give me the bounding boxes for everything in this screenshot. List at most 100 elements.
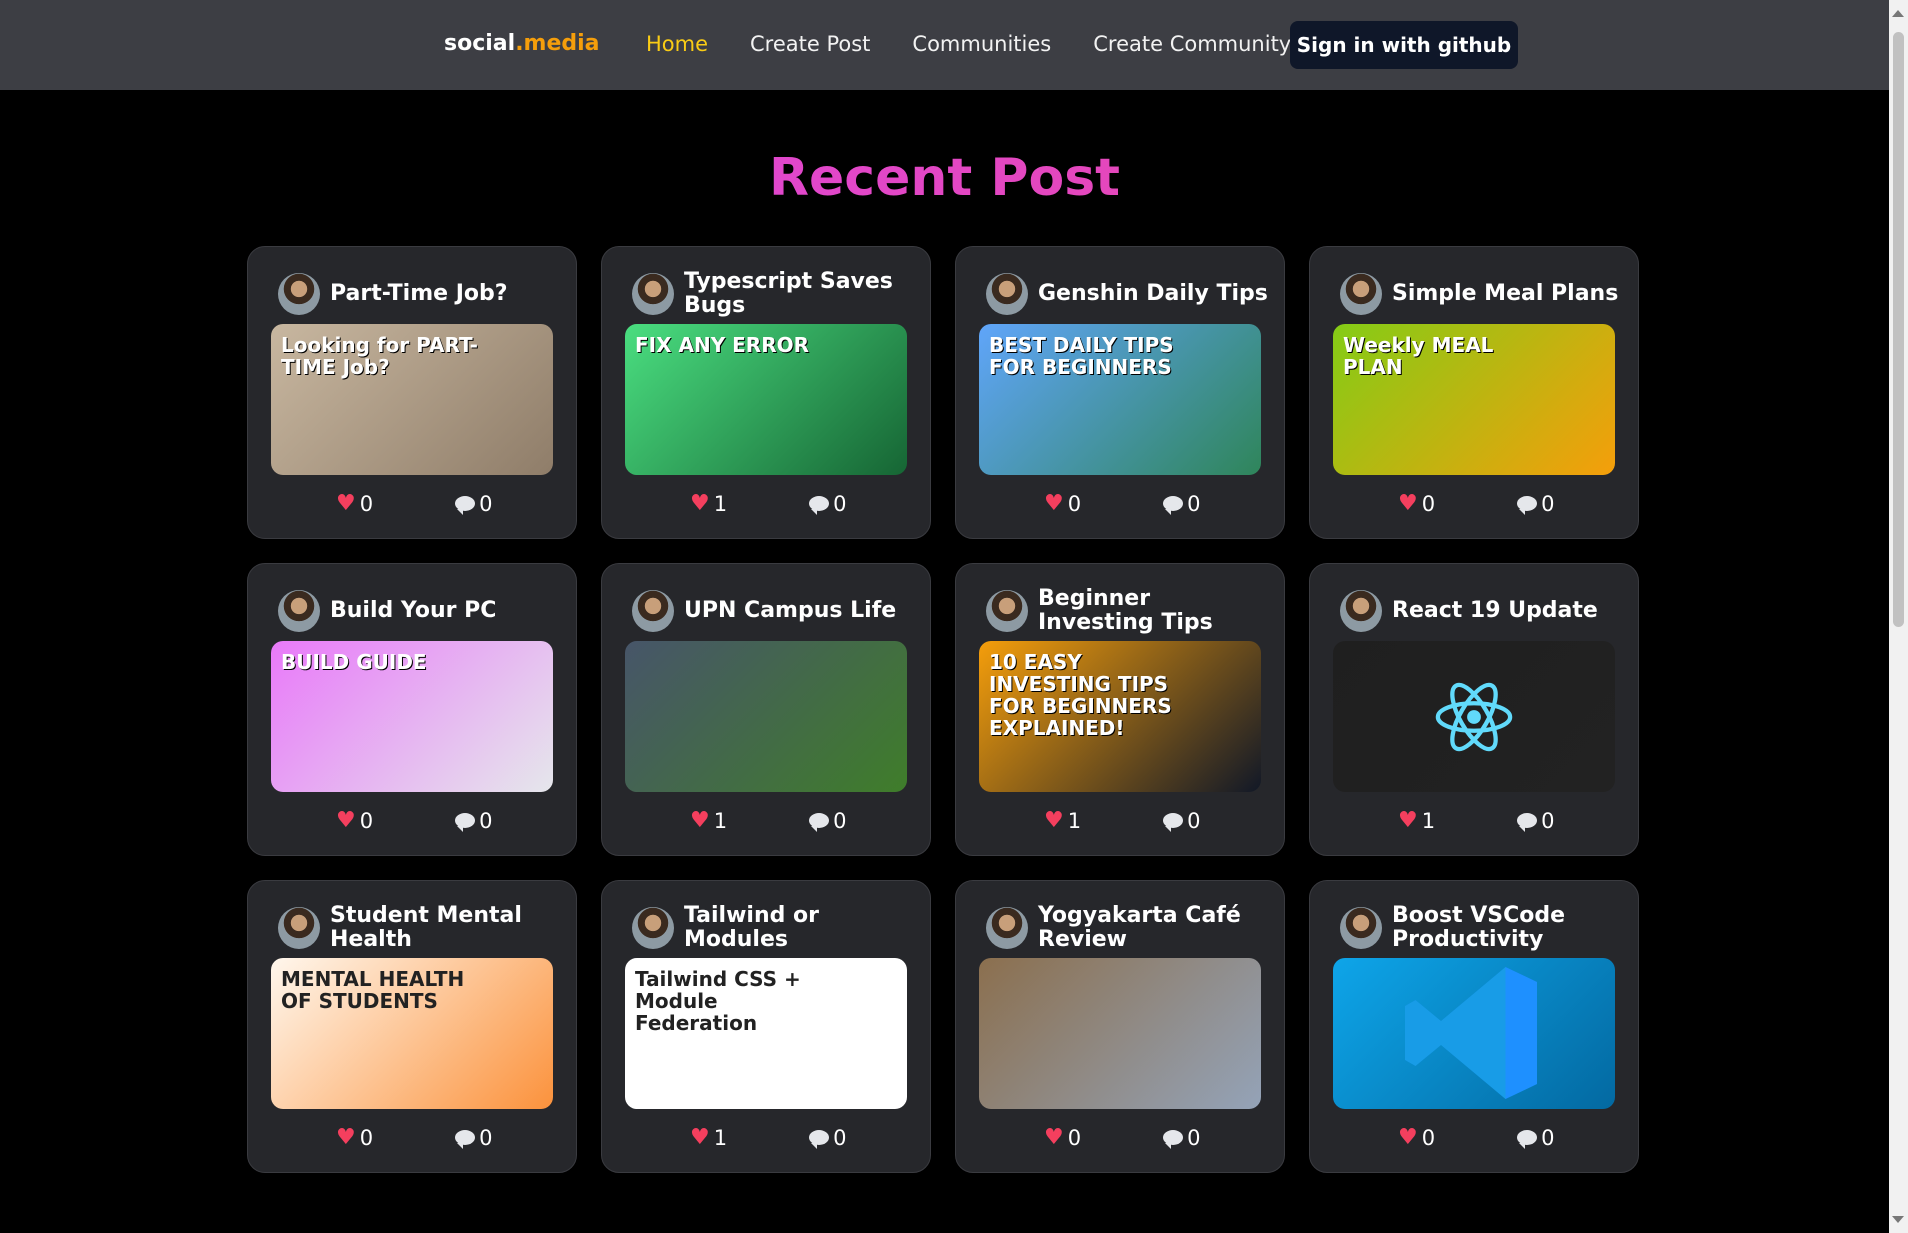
vertical-scrollbar[interactable] — [1889, 0, 1908, 1233]
thumbnail-caption: FIX ANY ERROR — [635, 333, 810, 357]
like-count: ♥ 0 — [336, 1125, 373, 1150]
like-count: ♥ 1 — [690, 808, 727, 833]
comment-count: 0 — [455, 1125, 492, 1150]
post-title: Typescript Saves Bugs — [684, 269, 893, 318]
author-avatar — [278, 273, 320, 315]
post-thumbnail: BUILD GUIDE — [271, 641, 553, 792]
like-count: ♥ 1 — [690, 491, 727, 516]
post-card[interactable]: Simple Meal Plans Weekly MEAL PLAN ♥ 0 0 — [1309, 246, 1639, 539]
post-thumbnail: Looking for PART-TIME Job? — [271, 324, 553, 475]
like-count: ♥ 1 — [1398, 808, 1435, 833]
comment-count: 0 — [455, 491, 492, 516]
like-count: ♥ 0 — [336, 491, 373, 516]
author-avatar — [986, 590, 1028, 632]
post-stats: ♥ 0 0 — [336, 808, 492, 833]
post-header: Beginner Investing Tips — [986, 582, 1270, 640]
post-card[interactable]: UPN Campus Life ♥ 1 0 — [601, 563, 931, 856]
likes-value: 0 — [359, 1125, 374, 1150]
comment-count: 0 — [809, 808, 846, 833]
likes-value: 1 — [713, 1125, 728, 1150]
comment-count: 0 — [1517, 808, 1554, 833]
author-avatar — [278, 907, 320, 949]
comment-count: 0 — [1163, 491, 1200, 516]
post-card[interactable]: Genshin Daily Tips BEST DAILY TIPS FOR B… — [955, 246, 1285, 539]
heart-icon: ♥ — [336, 808, 356, 833]
heart-icon: ♥ — [1398, 491, 1418, 516]
post-title: Genshin Daily Tips — [1038, 281, 1268, 306]
post-header: Build Your PC — [278, 582, 562, 640]
scroll-up-icon[interactable] — [1892, 10, 1904, 17]
nav-create-community-link[interactable]: Create Community — [1093, 32, 1291, 56]
post-title: Yogyakarta Café Review — [1038, 903, 1241, 952]
likes-value: 0 — [359, 491, 374, 516]
post-thumbnail — [1333, 641, 1615, 792]
post-stats: ♥ 0 0 — [336, 1125, 492, 1150]
comments-value: 0 — [833, 491, 847, 516]
like-count: ♥ 0 — [1044, 491, 1081, 516]
nav-home-link[interactable]: Home — [646, 32, 708, 56]
comment-icon — [809, 813, 830, 832]
post-header: Genshin Daily Tips — [986, 265, 1270, 323]
posts-grid: Part-Time Job? Looking for PART-TIME Job… — [247, 246, 1639, 1173]
page-title: Recent Post — [0, 148, 1889, 208]
comment-count: 0 — [1163, 1125, 1200, 1150]
post-card[interactable]: Build Your PC BUILD GUIDE ♥ 0 0 — [247, 563, 577, 856]
post-thumbnail: MENTAL HEALTH OF STUDENTS — [271, 958, 553, 1109]
comment-icon — [455, 496, 476, 515]
signin-github-button[interactable]: Sign in with github — [1290, 21, 1518, 69]
scroll-down-icon[interactable] — [1892, 1216, 1904, 1223]
like-count: ♥ 0 — [336, 808, 373, 833]
comment-count: 0 — [1163, 808, 1200, 833]
post-thumbnail — [1333, 958, 1615, 1109]
post-stats: ♥ 1 0 — [690, 808, 846, 833]
top-navbar: social.media Home Create Post Communitie… — [0, 0, 1889, 90]
post-card[interactable]: Student Mental Health MENTAL HEALTH OF S… — [247, 880, 577, 1173]
site-logo[interactable]: social.media — [444, 31, 600, 56]
comment-icon — [1163, 1130, 1184, 1149]
post-card[interactable]: Beginner Investing Tips 10 EASY INVESTIN… — [955, 563, 1285, 856]
post-thumbnail: Tailwind CSS + Module Federation — [625, 958, 907, 1109]
heart-icon: ♥ — [1398, 808, 1418, 833]
like-count: ♥ 1 — [1044, 808, 1081, 833]
likes-value: 1 — [1421, 808, 1436, 833]
nav-create-post-link[interactable]: Create Post — [750, 32, 870, 56]
likes-value: 1 — [713, 808, 728, 833]
post-header: Tailwind or Modules — [632, 899, 916, 957]
heart-icon: ♥ — [1044, 1125, 1064, 1150]
post-thumbnail: 10 EASY INVESTING TIPS FOR BEGINNERS EXP… — [979, 641, 1261, 792]
thumbnail-caption: 10 EASY INVESTING TIPS FOR BEGINNERS EXP… — [989, 650, 1172, 740]
likes-value: 1 — [1067, 808, 1082, 833]
author-avatar — [1340, 907, 1382, 949]
main-nav: Home Create Post Communities Create Comm… — [646, 32, 1291, 56]
post-thumbnail — [979, 958, 1261, 1109]
comment-icon — [455, 1130, 476, 1149]
author-avatar — [1340, 590, 1382, 632]
scrollbar-thumb[interactable] — [1893, 32, 1904, 627]
post-thumbnail: FIX ANY ERROR — [625, 324, 907, 475]
post-card[interactable]: Typescript Saves Bugs FIX ANY ERROR ♥ 1 0 — [601, 246, 931, 539]
post-title: Simple Meal Plans — [1392, 281, 1619, 306]
post-card[interactable]: Boost VSCode Productivity ♥ 0 0 — [1309, 880, 1639, 1173]
likes-value: 1 — [713, 491, 728, 516]
nav-communities-link[interactable]: Communities — [912, 32, 1051, 56]
comments-value: 0 — [1541, 808, 1555, 833]
thumbnail-caption: BEST DAILY TIPS FOR BEGINNERS — [989, 333, 1174, 379]
thumbnail-caption: Weekly MEAL PLAN — [1343, 333, 1494, 379]
heart-icon: ♥ — [1044, 808, 1064, 833]
post-stats: ♥ 1 0 — [1398, 808, 1554, 833]
author-avatar — [632, 907, 674, 949]
likes-value: 0 — [359, 808, 374, 833]
post-card[interactable]: Yogyakarta Café Review ♥ 0 0 — [955, 880, 1285, 1173]
post-title: Build Your PC — [330, 598, 497, 623]
likes-value: 0 — [1067, 491, 1082, 516]
comments-value: 0 — [479, 491, 493, 516]
post-card[interactable]: React 19 Update ♥ 1 0 — [1309, 563, 1639, 856]
comment-icon — [809, 496, 830, 515]
post-card[interactable]: Tailwind or Modules Tailwind CSS + Modul… — [601, 880, 931, 1173]
post-header: Typescript Saves Bugs — [632, 265, 916, 323]
comments-value: 0 — [1541, 491, 1555, 516]
post-stats: ♥ 0 0 — [1044, 491, 1200, 516]
post-card[interactable]: Part-Time Job? Looking for PART-TIME Job… — [247, 246, 577, 539]
react-logo-icon — [1435, 682, 1513, 752]
comment-count: 0 — [809, 1125, 846, 1150]
